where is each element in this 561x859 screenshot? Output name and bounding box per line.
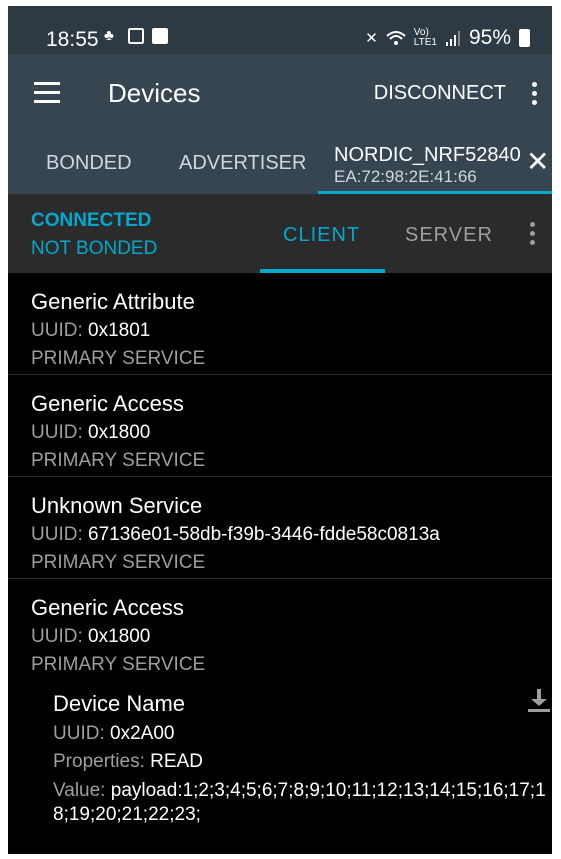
menu-icon[interactable] <box>34 82 60 103</box>
service-item[interactable]: Generic Attribute UUID: 0x1801 PRIMARY S… <box>8 273 552 375</box>
wifi-icon <box>386 31 406 45</box>
characteristic-name: Device Name <box>53 691 186 716</box>
square-icon <box>128 28 144 44</box>
service-name: Unknown Service <box>31 493 203 518</box>
overflow-menu-icon[interactable] <box>532 82 538 105</box>
service-type: PRIMARY SERVICE <box>31 348 206 369</box>
tab-device-name[interactable]: NORDIC_NRF52840 <box>334 144 521 167</box>
battery-icon <box>519 29 530 47</box>
read-download-icon[interactable] <box>526 687 552 713</box>
page-title: Devices <box>108 78 201 108</box>
close-icon[interactable]: ✕ <box>526 148 549 176</box>
tab-device-mac: EA:72:98:2E:41:66 <box>334 167 477 186</box>
battery-percent: 95% <box>468 26 511 49</box>
service-name: Generic Access <box>31 595 184 620</box>
service-uuid: UUID: 67136e01-58db-f39b-3446-fdde58c081… <box>31 524 440 545</box>
phone-screen: 18:55 ♣ ✕ Vo) LTE1 95% Devices DISCONNEC… <box>8 6 552 854</box>
disconnect-button[interactable]: DISCONNECT <box>374 82 506 105</box>
service-type: PRIMARY SERVICE <box>31 654 206 675</box>
connection-menu-icon[interactable] <box>530 222 536 245</box>
volte-icon: Vo) LTE1 <box>413 27 437 48</box>
app-bar: Devices DISCONNECT BONDED ADVERTISER NOR… <box>8 54 552 195</box>
service-type: PRIMARY SERVICE <box>31 552 206 573</box>
connection-bar: CONNECTED NOT BONDED CLIENT SERVER <box>8 194 552 273</box>
service-uuid: UUID: 0x1800 <box>31 626 151 647</box>
status-bar: 18:55 ♣ ✕ Vo) LTE1 95% <box>8 6 552 54</box>
service-item[interactable]: Generic Access UUID: 0x1800 PRIMARY SERV… <box>8 375 552 477</box>
service-item-expanded[interactable]: Generic Access UUID: 0x1800 PRIMARY SERV… <box>8 579 552 839</box>
characteristic-item[interactable]: Device Name UUID: 0x2A00 Properties: REA… <box>53 691 548 827</box>
tab-client[interactable]: CLIENT <box>283 224 360 247</box>
tab-bonded[interactable]: BONDED <box>46 152 132 175</box>
service-uuid: UUID: 0x1801 <box>31 320 151 341</box>
connection-state: CONNECTED <box>31 210 152 231</box>
characteristic-uuid: UUID: 0x2A00 <box>53 723 175 744</box>
tab-advertiser[interactable]: ADVERTISER <box>179 152 306 175</box>
service-name: Generic Access <box>31 391 184 416</box>
bond-state: NOT BONDED <box>31 238 158 259</box>
characteristic-properties: Properties: READ <box>53 751 203 772</box>
notification-icon: ♣ <box>104 27 114 44</box>
mute-icon: ✕ <box>365 30 378 47</box>
service-list: Generic Attribute UUID: 0x1801 PRIMARY S… <box>8 273 552 839</box>
service-type: PRIMARY SERVICE <box>31 450 206 471</box>
service-item[interactable]: Unknown Service UUID: 67136e01-58db-f39b… <box>8 477 552 579</box>
tab-server[interactable]: SERVER <box>405 224 493 247</box>
signal-icon <box>445 31 460 46</box>
service-name: Generic Attribute <box>31 289 195 314</box>
status-time: 18:55 <box>46 28 99 51</box>
characteristic-value: Value: payload:1;2;3;4;5;6;7;8;9;10;11;1… <box>53 780 546 825</box>
image-icon <box>152 28 168 44</box>
service-uuid: UUID: 0x1800 <box>31 422 151 443</box>
